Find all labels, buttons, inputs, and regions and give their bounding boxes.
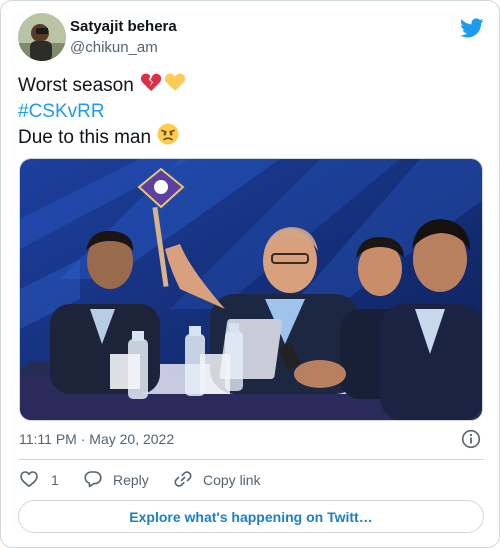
hashtag-link[interactable]: #CSKvRR [18, 99, 105, 125]
info-icon[interactable] [461, 429, 481, 449]
twitter-bird-icon[interactable] [460, 16, 484, 40]
link-icon [173, 469, 193, 492]
tweet-photo[interactable] [19, 158, 483, 421]
avatar[interactable] [18, 13, 66, 61]
like-count: 1 [51, 472, 59, 488]
broken-heart-icon [140, 72, 162, 100]
angry-face-icon [157, 123, 179, 153]
author-handle[interactable]: @chikun_am [70, 39, 158, 56]
copy-link-label: Copy link [203, 472, 261, 488]
tweet-card: Satyajit behera @chikun_am Worst season … [0, 0, 500, 548]
heart-icon [19, 469, 39, 492]
reply-bubble-icon [83, 469, 103, 492]
tweet-timestamp[interactable]: 11:11 PM · May 20, 2022 [19, 431, 174, 447]
yellow-heart-icon [164, 72, 186, 100]
reply-button[interactable]: Reply [83, 469, 149, 491]
reply-label: Reply [113, 472, 149, 488]
like-button[interactable]: 1 [19, 469, 59, 491]
tweet-text: Worst season #CSKvRR Due to this man [18, 73, 478, 151]
divider [18, 459, 484, 460]
explore-button[interactable]: Explore what's happening on Twitt… [18, 500, 484, 533]
tweet-line-1: Worst season [18, 75, 134, 96]
author-name[interactable]: Satyajit behera [70, 18, 177, 35]
copy-link-button[interactable]: Copy link [173, 469, 261, 491]
tweet-line-3: Due to this man [18, 127, 152, 148]
